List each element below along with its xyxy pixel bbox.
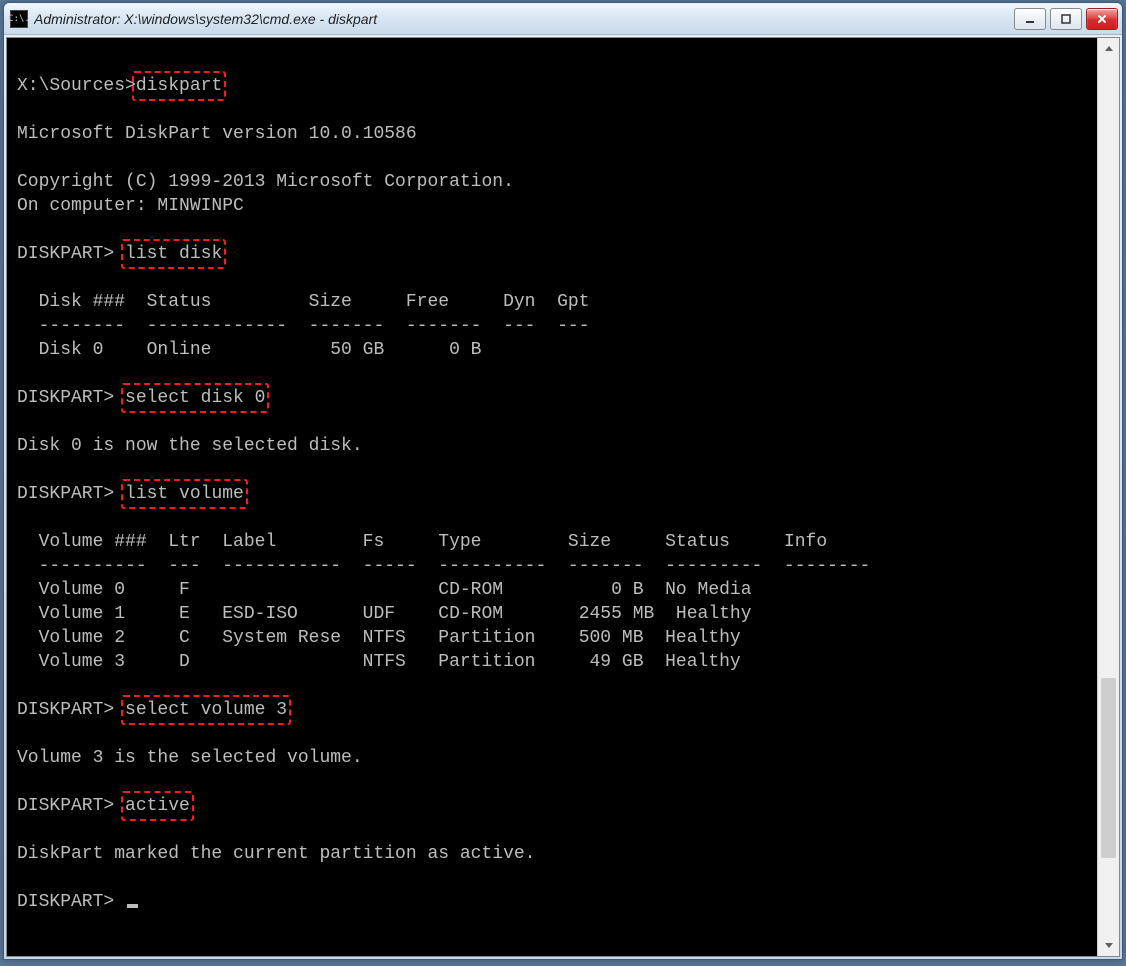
scroll-up-arrow-icon[interactable] — [1098, 38, 1120, 60]
volume-table-row: Volume 0 F CD-ROM 0 B No Media — [17, 578, 1087, 602]
volume-table-row: Volume 1 E ESD-ISO UDF CD-ROM 2455 MB He… — [17, 602, 1087, 626]
disk-table-row: Disk 0 Online 50 GB 0 B — [17, 338, 1087, 362]
diskpart-prompt: DISKPART> — [17, 244, 125, 264]
maximize-button[interactable] — [1050, 8, 1082, 30]
diskpart-prompt: DISKPART> — [17, 388, 125, 408]
close-button[interactable] — [1086, 8, 1118, 30]
cursor — [127, 904, 138, 908]
terminal-output[interactable]: X:\Sources>diskpart Microsoft DiskPart v… — [7, 38, 1097, 956]
diskpart-prompt: DISKPART> — [17, 700, 125, 720]
highlight-cmd-select-disk: select disk 0 — [125, 386, 265, 410]
disk-table-divider: -------- ------------- ------- ------- -… — [17, 314, 1087, 338]
client-area: X:\Sources>diskpart Microsoft DiskPart v… — [6, 37, 1120, 957]
diskpart-prompt: DISKPART> — [17, 892, 125, 912]
volume-selected-msg: Volume 3 is the selected volume. — [17, 746, 1087, 770]
highlight-cmd-list-disk: list disk — [125, 242, 222, 266]
highlight-cmd-active: active — [125, 794, 190, 818]
version-line: Microsoft DiskPart version 10.0.10586 — [17, 122, 1087, 146]
cmd-icon: C:\. — [10, 10, 28, 28]
disk-table-header: Disk ### Status Size Free Dyn Gpt — [17, 290, 1087, 314]
diskpart-prompt: DISKPART> — [17, 484, 125, 504]
scroll-thumb[interactable] — [1101, 678, 1116, 858]
disk-selected-msg: Disk 0 is now the selected disk. — [17, 434, 1087, 458]
highlight-cmd-diskpart: diskpart — [136, 74, 222, 98]
cmd-window: C:\. Administrator: X:\windows\system32\… — [3, 2, 1123, 960]
volume-table-divider: ---------- --- ----------- ----- -------… — [17, 554, 1087, 578]
prompt-text: X:\Sources> — [17, 76, 136, 96]
scroll-down-arrow-icon[interactable] — [1098, 934, 1120, 956]
vertical-scrollbar[interactable] — [1097, 38, 1119, 956]
window-controls — [1014, 8, 1118, 30]
window-title: Administrator: X:\windows\system32\cmd.e… — [34, 11, 1014, 27]
volume-table-row: Volume 3 D NTFS Partition 49 GB Healthy — [17, 650, 1087, 674]
active-msg: DiskPart marked the current partition as… — [17, 842, 1087, 866]
copyright-line: Copyright (C) 1999-2013 Microsoft Corpor… — [17, 170, 1087, 194]
computer-line: On computer: MINWINPC — [17, 194, 1087, 218]
highlight-cmd-select-volume: select volume 3 — [125, 698, 287, 722]
titlebar[interactable]: C:\. Administrator: X:\windows\system32\… — [4, 3, 1122, 35]
highlight-cmd-list-volume: list volume — [125, 482, 244, 506]
diskpart-prompt: DISKPART> — [17, 796, 125, 816]
volume-table-row: Volume 2 C System Rese NTFS Partition 50… — [17, 626, 1087, 650]
volume-table-header: Volume ### Ltr Label Fs Type Size Status… — [17, 530, 1087, 554]
minimize-button[interactable] — [1014, 8, 1046, 30]
